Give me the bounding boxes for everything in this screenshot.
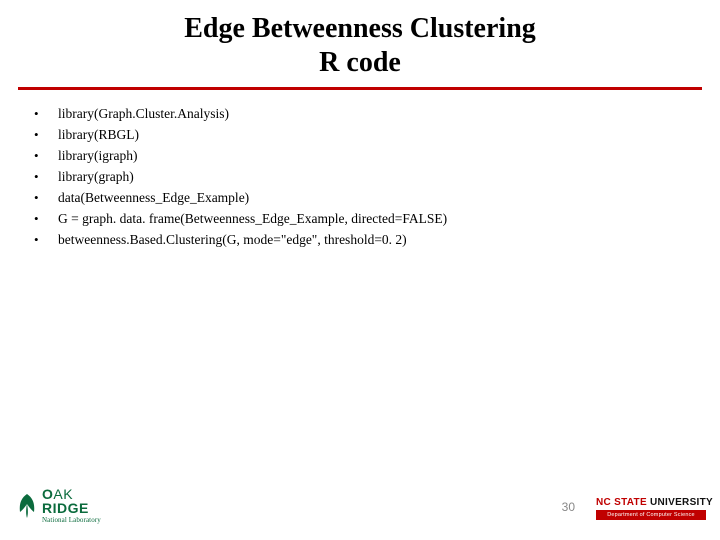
title-line-2: R code [0,46,720,80]
code-line: library(igraph) [58,148,137,163]
code-line: library(RBGL) [58,127,139,142]
oak-ridge-line2: RIDGE [42,501,101,515]
ncsu-red-text: NC STATE [596,497,647,508]
code-line: G = graph. data. frame(Betweenness_Edge_… [58,211,447,226]
title-line-1: Edge Betweenness Clustering [0,12,720,46]
oak-ridge-line1: OAK [42,487,101,501]
code-line: library(graph) [58,169,134,184]
oak-ridge-text: OAK RIDGE National Laboratory [42,487,101,524]
list-item: G = graph. data. frame(Betweenness_Edge_… [28,209,720,230]
leaf-icon [16,492,38,520]
list-item: data(Betweenness_Edge_Example) [28,188,720,209]
nc-state-logo: NC STATE UNIVERSITY Department of Comput… [596,497,706,520]
list-item: library(Graph.Cluster.Analysis) [28,104,720,125]
ncsu-black-text: UNIVERSITY [647,497,713,508]
list-item: library(graph) [28,167,720,188]
logo-char: IDGE [53,500,89,516]
code-list: library(Graph.Cluster.Analysis) library(… [28,104,720,250]
list-item: library(igraph) [28,146,720,167]
list-item: betweenness.Based.Clustering(G, mode="ed… [28,230,720,251]
slide: Edge Betweenness Clustering R code libra… [0,0,720,540]
oak-ridge-sub: National Laboratory [42,517,101,524]
page-number: 30 [562,500,575,514]
title-block: Edge Betweenness Clustering R code [0,0,720,79]
code-line: betweenness.Based.Clustering(G, mode="ed… [58,232,407,247]
logo-char: R [42,500,53,516]
list-item: library(RBGL) [28,125,720,146]
footer: OAK RIDGE National Laboratory 30 NC STAT… [0,486,720,530]
nc-state-dept-bar: Department of Computer Science [596,510,706,520]
nc-state-wordmark: NC STATE UNIVERSITY [596,497,706,508]
code-line: library(Graph.Cluster.Analysis) [58,106,229,121]
code-line: data(Betweenness_Edge_Example) [58,190,249,205]
oak-ridge-logo: OAK RIDGE National Laboratory [16,487,101,524]
content-area: library(Graph.Cluster.Analysis) library(… [0,90,720,250]
